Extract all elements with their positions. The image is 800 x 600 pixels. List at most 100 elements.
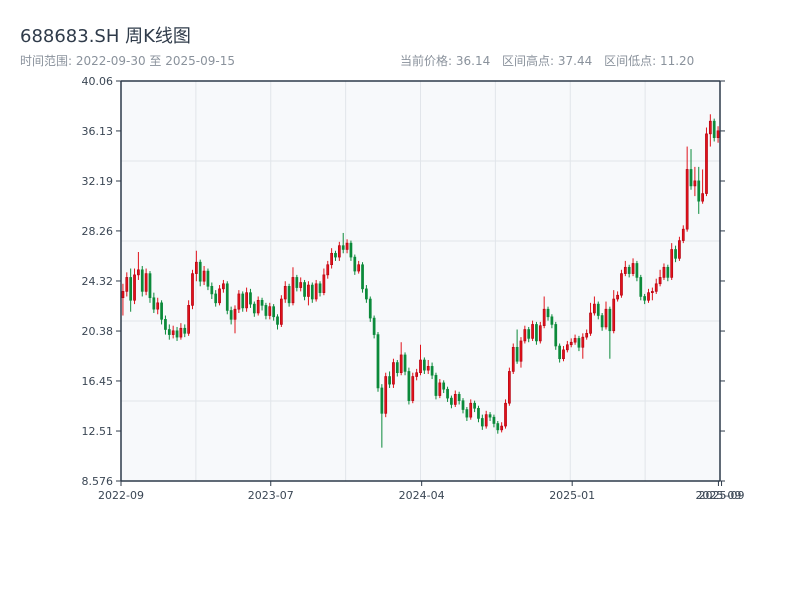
candle-down [407, 371, 411, 401]
candle-up [202, 270, 206, 282]
candle-up [500, 425, 504, 431]
candle-up [291, 277, 295, 304]
candle-down [295, 277, 299, 288]
candle-up [194, 261, 198, 274]
candle-up [187, 305, 190, 334]
x-tick-label: 2022-09 [98, 489, 144, 502]
candle-up [133, 274, 136, 301]
candle-up [191, 273, 194, 306]
candle-up [585, 333, 589, 338]
candle-down [395, 362, 399, 374]
candle-up [171, 330, 175, 335]
candle-up [693, 180, 697, 187]
candle-down [712, 120, 716, 138]
candle-up [484, 414, 488, 427]
candle-up [670, 249, 674, 278]
candle-down [152, 297, 156, 310]
candle-up [438, 382, 442, 396]
candle-down [264, 305, 268, 316]
candle-down [403, 354, 407, 372]
candle-down [160, 302, 163, 320]
candle-down [334, 252, 337, 258]
candle-down [596, 303, 600, 316]
candle-down [260, 299, 264, 306]
candle-down [515, 346, 519, 362]
candle-up [469, 402, 473, 418]
candle-up [623, 266, 627, 274]
candle-down [480, 418, 484, 427]
candle-up [681, 228, 685, 241]
candle-up [299, 282, 303, 288]
candle-down [388, 376, 391, 385]
candle-up [569, 341, 573, 346]
candle-up [314, 283, 318, 300]
candle-down [229, 310, 233, 320]
candle-up [705, 133, 708, 194]
candle-down [249, 292, 252, 305]
candle-down [376, 334, 380, 389]
candle-up [508, 371, 511, 404]
candle-down [558, 345, 561, 360]
candle-down [318, 283, 322, 293]
candle-up [280, 298, 283, 325]
candle-up [337, 245, 341, 258]
candle-down [148, 273, 152, 299]
candle-up [283, 286, 287, 300]
candle-up [651, 291, 654, 293]
candle-up [419, 359, 422, 374]
candle-down [643, 296, 647, 301]
candle-up [222, 283, 225, 290]
candle-up [392, 362, 395, 385]
candle-down [535, 324, 538, 342]
candle-up [399, 354, 403, 374]
candle-down [627, 266, 631, 274]
candle-up [593, 303, 596, 314]
y-tick-label: 36.13 [82, 125, 114, 138]
candle-up [411, 376, 415, 401]
candle-up [531, 324, 534, 339]
candle-up [322, 274, 326, 293]
candle-down [550, 316, 554, 325]
candle-down [465, 409, 469, 418]
candle-up [218, 288, 221, 304]
candle-up [716, 130, 720, 138]
candle-up [620, 273, 623, 296]
candle-up [708, 120, 712, 135]
y-tick-label: 12.51 [82, 425, 114, 438]
candle-down [365, 288, 368, 300]
candle-down [140, 269, 144, 292]
candle-up [573, 338, 577, 343]
candle-down [527, 329, 531, 339]
candle-up [137, 269, 140, 276]
y-tick-label: 16.45 [82, 375, 114, 388]
candle-down [310, 284, 314, 300]
candle-up [701, 193, 704, 202]
candle-down [442, 382, 446, 390]
candle-down [492, 416, 496, 424]
candle-down [546, 308, 550, 318]
candle-down [361, 264, 364, 290]
candle-up [658, 277, 662, 285]
candle-down [353, 256, 357, 272]
y-tick-label: 40.06 [82, 75, 114, 88]
candle-down [183, 327, 187, 334]
candle-down [380, 387, 384, 414]
y-tick-label: 8.576 [82, 475, 114, 488]
candle-down [287, 286, 291, 304]
candle-up [453, 394, 457, 405]
candle-up [307, 284, 310, 297]
candle-down [276, 316, 279, 325]
candle-up [326, 264, 330, 276]
candle-up [542, 308, 546, 326]
candle-down [272, 306, 276, 318]
candle-up [179, 327, 183, 338]
candle-up [612, 298, 616, 332]
candle-down [496, 423, 500, 431]
candle-up [144, 273, 148, 292]
candle-down [303, 282, 306, 297]
candle-up [616, 294, 619, 300]
candle-up [538, 325, 542, 342]
candle-up [268, 306, 272, 316]
candle-down [225, 283, 229, 311]
candle-up [511, 346, 515, 372]
